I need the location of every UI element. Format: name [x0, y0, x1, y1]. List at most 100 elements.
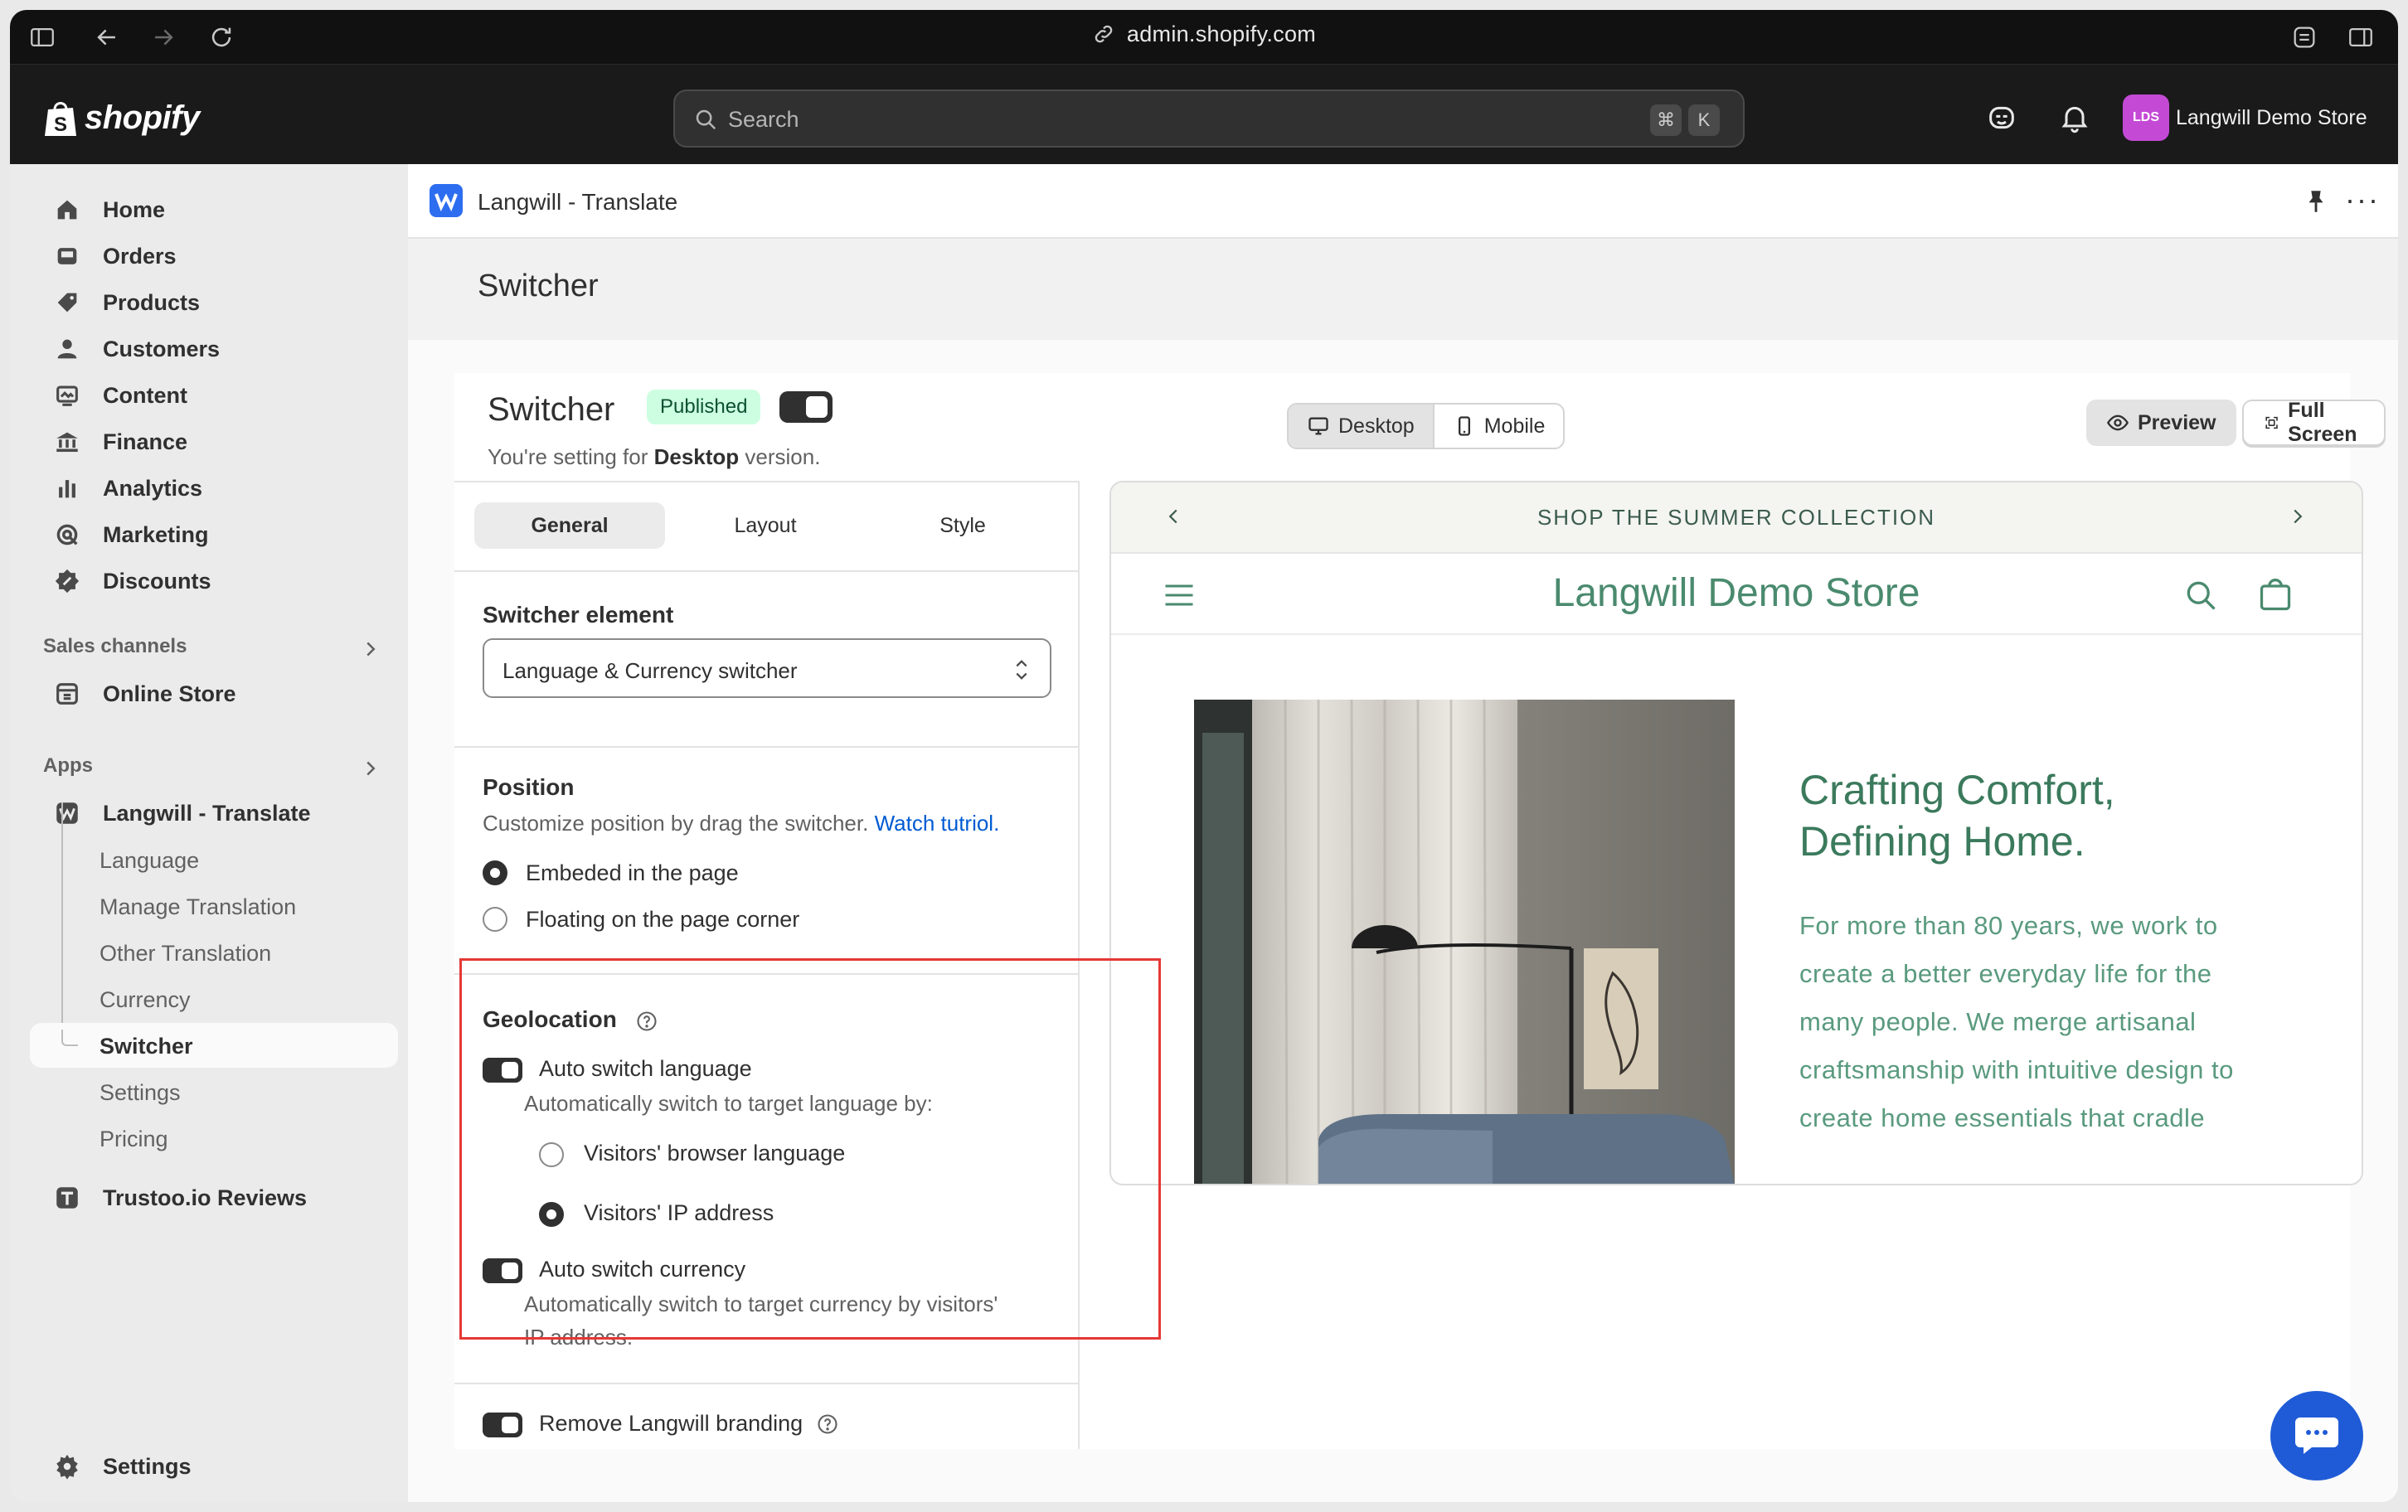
pin-icon[interactable] [2302, 187, 2330, 216]
sidebar-item-trustoo[interactable]: Trustoo.io Reviews [30, 1175, 398, 1220]
radio-embedded[interactable] [483, 860, 507, 885]
subtitle-suffix: version. [739, 444, 821, 469]
store-name[interactable]: Langwill Demo Store [2176, 106, 2367, 130]
app-title: Langwill - Translate [478, 189, 678, 215]
geolocation-title: Geolocation [483, 1006, 617, 1032]
publish-toggle[interactable] [779, 391, 833, 423]
shortcut-key-cmd: ⌘ [1650, 104, 1682, 136]
store-logo-text[interactable]: Langwill Demo Store [1111, 570, 2362, 616]
radio-ip-address[interactable] [539, 1202, 564, 1227]
option-ip-address-label: Visitors' IP address [584, 1200, 774, 1225]
chat-button[interactable] [2270, 1391, 2363, 1480]
sidebar-subitem-label: Pricing [100, 1127, 168, 1151]
cart-icon[interactable] [2257, 577, 2294, 613]
switcher-card: Switcher Published You're setting for De… [454, 373, 2386, 1449]
sidebar-item-label: Settings [103, 1453, 192, 1479]
eye-icon [2106, 414, 2129, 431]
admin-topbar: S shopify Search ⌘ K LDS Langwill Demo S… [10, 65, 2398, 164]
remove-branding-label: Remove Langwill branding [539, 1411, 803, 1436]
tag-icon [57, 293, 77, 313]
bar-chart-icon [59, 480, 75, 498]
fullscreen-label: Full Screen [2288, 399, 2357, 446]
sidebar-item-discounts[interactable]: Discounts [30, 559, 398, 603]
search-input[interactable]: Search ⌘ K [673, 90, 1745, 148]
sidebar-item-finance[interactable]: Finance [30, 419, 398, 464]
main-area: Langwill - Translate ··· Switcher Switch… [408, 164, 2398, 1502]
sidebar-subitem-language[interactable]: Language [30, 837, 398, 882]
radio-browser-language[interactable] [539, 1142, 564, 1167]
extension-icon[interactable] [2290, 23, 2318, 51]
address-bar[interactable]: admin.shopify.com [10, 22, 2398, 47]
sidebar-item-products[interactable]: Products [30, 280, 398, 325]
view-mode-toggle: Desktop Mobile [1287, 403, 1566, 449]
help-icon[interactable] [816, 1413, 839, 1436]
sidebar-subitem-other-translation[interactable]: Other Translation [30, 930, 398, 975]
tab-layout[interactable]: Layout [670, 502, 861, 549]
inbox-icon [57, 248, 77, 264]
sidebar-item-orders[interactable]: Orders [30, 234, 398, 279]
browser-window: admin.shopify.com S shopify Search ⌘ K L… [10, 10, 2398, 1502]
sidebar-subitem-manage-translation[interactable]: Manage Translation [30, 884, 398, 928]
help-icon[interactable] [635, 1010, 658, 1033]
chevron-right-icon[interactable] [358, 637, 383, 662]
switcher-element-title: Switcher element [483, 602, 674, 628]
sidebar-item-label: Orders [103, 243, 177, 269]
gear-icon [56, 1454, 78, 1480]
watch-tutorial-link[interactable]: Watch tutriol. [875, 811, 1000, 836]
shopify-bag-icon: S [45, 102, 76, 136]
more-options-icon[interactable]: ··· [2345, 182, 2380, 217]
sidebar-item-content[interactable]: Content [30, 373, 398, 418]
subtitle-mode: Desktop [653, 444, 740, 469]
search-icon [696, 109, 716, 130]
sidebar-item-label: Analytics [103, 475, 203, 501]
tab-general[interactable]: General [474, 502, 665, 549]
settings-tabs: General Layout Style [474, 502, 1060, 549]
url-text: admin.shopify.com [1126, 22, 1317, 46]
sidebar-item-label: Online Store [103, 681, 236, 706]
subtitle-prefix: You're setting for [488, 444, 654, 469]
sidebar-subitem-currency[interactable]: Currency [30, 976, 398, 1021]
radio-floating[interactable] [483, 907, 507, 932]
split-view-icon[interactable] [2347, 23, 2375, 51]
search-icon[interactable] [2182, 577, 2219, 613]
auto-switch-language-toggle[interactable] [483, 1058, 522, 1083]
desktop-mode-button[interactable]: Desktop [1289, 405, 1435, 448]
store-header: Langwill Demo Store [1111, 554, 2362, 635]
option-embedded-label: Embeded in the page [526, 860, 739, 885]
auto-switch-currency-toggle[interactable] [483, 1258, 522, 1283]
mobile-icon [1458, 416, 1470, 436]
status-badge: Published [647, 390, 761, 424]
sidebar-subitem-pricing[interactable]: Pricing [30, 1116, 398, 1161]
sidebar-item-online-store[interactable]: Online Store [30, 671, 398, 716]
person-icon [57, 339, 77, 359]
sidekick-icon[interactable] [1985, 101, 2018, 134]
switcher-element-select[interactable]: Language & Currency switcher [483, 638, 1051, 698]
remove-branding-toggle[interactable] [483, 1413, 522, 1437]
fullscreen-button[interactable]: Full Screen [2242, 399, 2386, 446]
sidebar-item-customers[interactable]: Customers [30, 327, 398, 371]
store-avatar[interactable]: LDS [2123, 94, 2169, 141]
chevron-right-icon[interactable] [358, 756, 383, 781]
sidebar-subitem-switcher[interactable]: Switcher [30, 1023, 398, 1068]
sales-channels-heading[interactable]: Sales channels [43, 635, 187, 658]
sidebar-item-label: Discounts [103, 568, 211, 594]
trustoo-app-icon [56, 1187, 78, 1209]
sidebar-subitem-settings[interactable]: Settings [30, 1069, 398, 1114]
apps-heading[interactable]: Apps [43, 754, 93, 778]
app-title-bar: Langwill - Translate ··· [408, 164, 2398, 239]
sidebar-item-settings[interactable]: Settings [30, 1444, 398, 1489]
shopify-logo[interactable]: S shopify [43, 98, 200, 138]
sidebar-item-marketing[interactable]: Marketing [30, 512, 398, 557]
mobile-mode-button[interactable]: Mobile [1435, 405, 1564, 448]
chevron-right-icon[interactable] [2285, 504, 2310, 529]
sidebar-subitem-label: Other Translation [100, 941, 272, 966]
sidebar-item-home[interactable]: Home [30, 187, 398, 232]
preview-button[interactable]: Preview [2086, 400, 2236, 446]
hero-heading-line-2: Defining Home. [1799, 818, 2085, 865]
divider [454, 746, 1078, 748]
tab-style[interactable]: Style [867, 502, 1058, 549]
sidebar-subitem-label: Currency [100, 987, 191, 1012]
bell-icon[interactable] [2058, 101, 2091, 134]
sidebar-item-langwill[interactable]: Langwill - Translate [30, 791, 398, 836]
sidebar-item-analytics[interactable]: Analytics [30, 466, 398, 511]
